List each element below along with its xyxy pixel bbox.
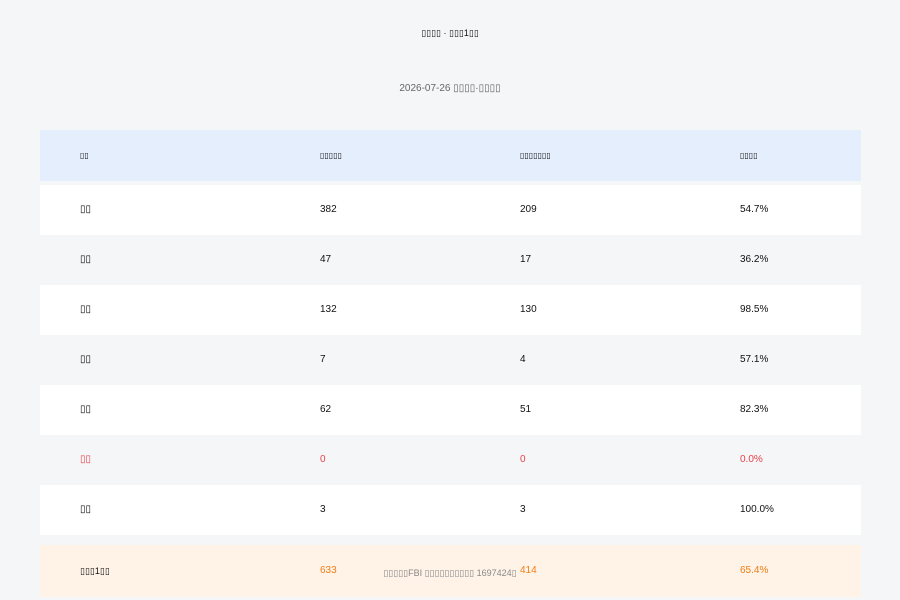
row-rate: 100.0% [740, 504, 774, 515]
table-row-alert: ▯▯ 0 0 0.0% [40, 435, 861, 485]
row-total: 3 [320, 504, 326, 515]
row-total: 132 [320, 304, 337, 315]
header-name: ▯▯ [80, 151, 89, 160]
row-name: ▯▯ [80, 354, 92, 365]
row-name: ▯▯ [80, 204, 92, 215]
row-done: 209 [520, 204, 537, 215]
row-done: 3 [520, 504, 526, 515]
row-total: 7 [320, 354, 326, 365]
header-total: ▯▯▯▯▯ [320, 151, 343, 160]
table-row: ▯▯ 382 209 54.7% [40, 185, 861, 235]
row-done: 130 [520, 304, 537, 315]
row-rate: 98.5% [740, 304, 769, 315]
table-row: ▯▯ 7 4 57.1% [40, 335, 861, 385]
row-rate: 57.1% [740, 354, 769, 365]
table-row: ▯▯ 47 17 36.2% [40, 235, 861, 285]
row-done: 0 [520, 454, 526, 465]
row-done: 17 [520, 254, 532, 265]
row-total: 382 [320, 204, 337, 215]
page-title: ▯▯▯▯ · ▯▯▯1▯▯ [421, 28, 479, 38]
row-rate: 0.0% [740, 454, 763, 465]
row-total: 47 [320, 254, 332, 265]
table-row: ▯▯ 132 130 98.5% [40, 285, 861, 335]
row-total: 0 [320, 454, 326, 465]
row-total: 62 [320, 404, 332, 415]
row-name: ▯▯ [80, 404, 92, 415]
row-name: ▯▯ [80, 504, 92, 515]
table-header: ▯▯ ▯▯▯▯▯ ▯▯▯▯▯▯▯ ▯▯▯▯ [40, 130, 861, 181]
footer-note: ▯▯▯▯▯FBI ▯▯▯▯▯▯▯▯▯▯ 1697424▯ [383, 568, 517, 578]
header-rate: ▯▯▯▯ [740, 151, 758, 160]
table-row: ▯▯ 62 51 82.3% [40, 385, 861, 435]
summary-table: ▯▯ ▯▯▯▯▯ ▯▯▯▯▯▯▯ ▯▯▯▯ ▯▯ 382 209 54.7% ▯… [40, 130, 861, 597]
row-name: ▯▯ [80, 254, 92, 265]
report-date-subtitle: 2026-07-26 ▯▯▯▯·▯▯▯▯ [399, 83, 501, 94]
table-row: ▯▯ 3 3 100.0% [40, 485, 861, 535]
header-done: ▯▯▯▯▯▯▯ [520, 151, 551, 160]
row-done: 4 [520, 354, 526, 365]
row-done: 51 [520, 404, 532, 415]
row-rate: 36.2% [740, 254, 769, 265]
row-rate: 54.7% [740, 204, 769, 215]
row-rate: 82.3% [740, 404, 769, 415]
row-name: ▯▯ [80, 454, 92, 465]
row-name: ▯▯ [80, 304, 92, 315]
